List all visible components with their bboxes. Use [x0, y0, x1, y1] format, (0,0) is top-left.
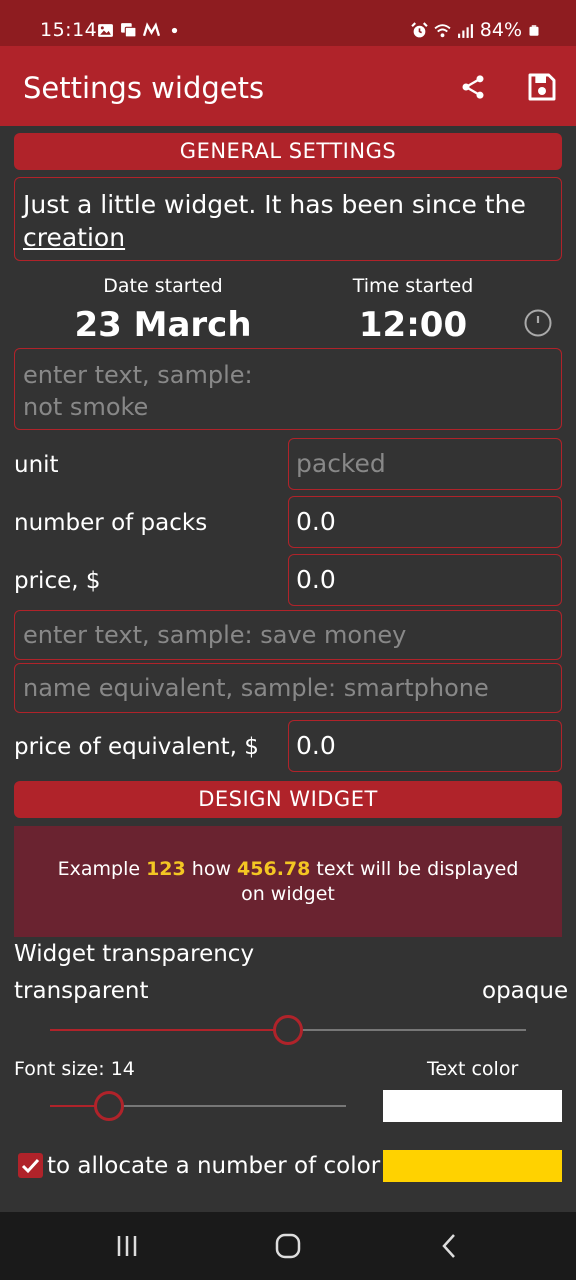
- clock-icon[interactable]: [523, 308, 553, 338]
- dot-icon: [171, 27, 178, 34]
- packs-label: number of packs: [14, 510, 208, 536]
- equivalent-name-input[interactable]: name equivalent, sample: smartphone: [14, 663, 562, 713]
- transparency-slider-fill: [50, 1029, 288, 1031]
- opaque-label: opaque: [482, 978, 569, 1004]
- price-label: price, $: [14, 568, 101, 594]
- save-text-input[interactable]: enter text, sample: save money: [14, 610, 562, 660]
- packs-input[interactable]: 0.0: [288, 496, 562, 548]
- save-icon[interactable]: [526, 71, 558, 103]
- font-size-slider-thumb[interactable]: [94, 1091, 125, 1121]
- equivalent-price-label: price of equivalent, $: [14, 734, 259, 760]
- goal-placeholder-line1: enter text, sample:: [23, 361, 253, 389]
- number-color-swatch[interactable]: [383, 1150, 562, 1182]
- battery-percent: 84%: [479, 19, 522, 41]
- creation-link[interactable]: creation: [23, 223, 125, 252]
- allocate-color-label[interactable]: to allocate a number of color: [47, 1153, 380, 1179]
- notification-icons: [97, 22, 183, 39]
- wifi-icon: [434, 23, 451, 37]
- unit-input[interactable]: packed: [288, 438, 562, 490]
- unit-label: unit: [14, 452, 59, 478]
- preview-number: 123: [146, 857, 186, 880]
- app-toolbar: Settings widgets: [0, 46, 576, 126]
- design-widget-header: DESIGN WIDGET: [14, 781, 562, 818]
- transparency-slider-thumb[interactable]: [273, 1015, 303, 1045]
- equivalent-price-input[interactable]: 0.0: [288, 720, 562, 772]
- transparent-label: transparent: [14, 978, 149, 1004]
- share-icon[interactable]: [459, 73, 487, 101]
- recent-apps-icon[interactable]: [111, 1230, 143, 1262]
- transparency-label: Widget transparency: [14, 941, 255, 967]
- m-icon: [143, 22, 160, 37]
- allocate-color-checkbox[interactable]: [18, 1153, 43, 1178]
- preview-text-part: how: [185, 857, 238, 880]
- checkmark-icon: [21, 1158, 40, 1174]
- widget-preview: Example 123 how 456.78 text will be disp…: [14, 826, 562, 937]
- text-color-label: Text color: [427, 1058, 519, 1080]
- status-bar: 15:14 84%: [0, 0, 576, 46]
- goal-text-input[interactable]: enter text, sample: not smoke: [14, 348, 562, 430]
- signal-icon: [457, 23, 473, 38]
- status-right: 84%: [411, 19, 540, 41]
- preview-text: Example 123 how 456.78 text will be disp…: [44, 857, 532, 907]
- description-field[interactable]: Just a little widget. It has been since …: [14, 177, 562, 261]
- general-settings-header: GENERAL SETTINGS: [14, 133, 562, 170]
- price-input[interactable]: 0.0: [288, 554, 562, 606]
- chat-icon: [121, 23, 137, 38]
- home-icon[interactable]: [272, 1230, 304, 1262]
- preview-text-part: Example: [57, 857, 147, 880]
- time-started-label: Time started: [352, 275, 474, 297]
- text-color-swatch[interactable]: [383, 1090, 562, 1122]
- description-text: Just a little widget. It has been since …: [23, 190, 526, 219]
- image-icon: [98, 24, 113, 37]
- navigation-bar: [0, 1212, 576, 1280]
- battery-icon: [529, 24, 539, 36]
- status-time: 15:14: [40, 19, 98, 41]
- alarm-icon: [411, 21, 428, 37]
- goal-placeholder-line2: not smoke: [23, 393, 149, 421]
- font-size-label: Font size: 14: [14, 1058, 135, 1080]
- date-started-label: Date started: [103, 275, 223, 297]
- time-started-value[interactable]: 12:00: [343, 305, 483, 345]
- back-icon[interactable]: [434, 1230, 466, 1262]
- preview-number: 456.78: [237, 857, 311, 880]
- page-title: Settings widgets: [23, 71, 265, 105]
